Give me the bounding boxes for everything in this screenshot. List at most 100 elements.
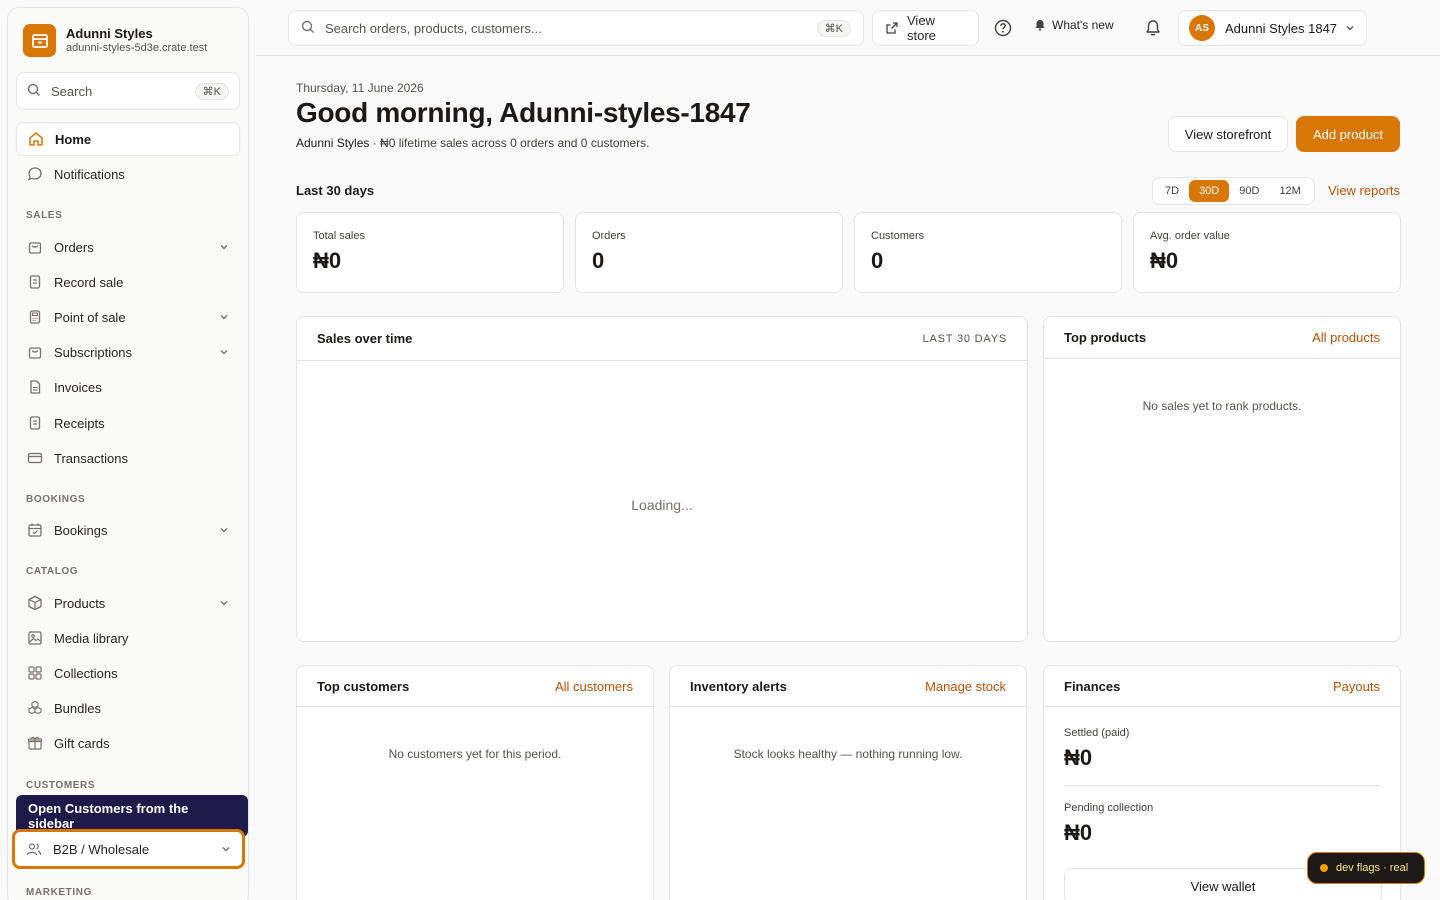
- document-icon: [26, 378, 44, 396]
- sales-over-time-card: Sales over time LAST 30 DAYS Loading...: [296, 316, 1028, 642]
- store-summary: Adunni Styles · ₦0 lifetime sales across…: [296, 136, 650, 150]
- stat-total-sales: Total sales ₦0: [296, 212, 564, 293]
- sidebar-item-label: Home: [55, 131, 92, 147]
- empty-state: No customers yet for this period.: [388, 747, 562, 761]
- card-title: Finances: [1064, 678, 1121, 694]
- view-store-button[interactable]: View store: [872, 10, 979, 46]
- gift-icon: [26, 734, 44, 752]
- card-meta: LAST 30 DAYS: [922, 332, 1007, 345]
- brand-domain: adunni-styles-5d3e.crate.test: [66, 42, 208, 54]
- sidebar-item-label: Orders: [54, 239, 94, 255]
- home-icon: [27, 130, 45, 148]
- sidebar: Adunni Styles adunni-styles-5d3e.crate.t…: [7, 7, 249, 900]
- pending-label: Pending collection: [1064, 802, 1154, 814]
- top-customers-card: Top customers All customers No customers…: [296, 665, 654, 900]
- sidebar-item-label: Gift cards: [54, 735, 110, 751]
- sidebar-item-products[interactable]: Products: [16, 586, 240, 620]
- calculator-icon: [26, 308, 44, 326]
- range-30d[interactable]: 30D: [1189, 180, 1230, 202]
- sidebar-item-label: Bookings: [54, 522, 108, 538]
- status-dot-icon: [1320, 864, 1328, 872]
- empty-state: No sales yet to rank products.: [1142, 399, 1302, 413]
- receipt-icon: [26, 273, 44, 291]
- sidebar-item-media-library[interactable]: Media library: [16, 621, 240, 655]
- whats-new-label: What's new: [1052, 18, 1114, 32]
- help-icon[interactable]: [992, 17, 1014, 39]
- stat-title: Orders: [592, 230, 626, 242]
- sidebar-item-notifications[interactable]: Notifications: [16, 157, 240, 191]
- notifications-bell-icon[interactable]: [1142, 17, 1164, 39]
- range-90d[interactable]: 90D: [1229, 180, 1269, 202]
- sidebar-item-receipts[interactable]: Receipts: [16, 406, 240, 440]
- range-12m[interactable]: 12M: [1269, 180, 1310, 202]
- settled-row: Settled (paid) ₦0: [1044, 727, 1400, 771]
- add-product-button[interactable]: Add product: [1296, 116, 1400, 152]
- sidebar-item-bundles[interactable]: Bundles: [16, 691, 240, 725]
- whats-new-button[interactable]: What's new: [1034, 18, 1114, 32]
- manage-stock-link[interactable]: Manage stock: [925, 679, 1006, 694]
- stat-orders: Orders 0: [575, 212, 843, 293]
- global-search-placeholder: Search orders, products, customers...: [325, 20, 542, 36]
- sidebar-item-gift-cards[interactable]: Gift cards: [16, 726, 240, 760]
- sidebar-item-invoices[interactable]: Invoices: [16, 370, 240, 404]
- chevron-down-icon: [218, 241, 230, 253]
- sidebar-item-label: Products: [54, 595, 106, 611]
- box-icon: [26, 594, 44, 612]
- sidebar-item-label: Invoices: [54, 379, 102, 395]
- global-search-input[interactable]: Search orders, products, customers... ⌘K: [288, 10, 864, 46]
- stat-avg-order-value: Avg. order value ₦0: [1133, 212, 1401, 293]
- stat-value: ₦0: [1150, 248, 1179, 273]
- stat-title: Avg. order value: [1150, 230, 1230, 242]
- sidebar-item-label: Notifications: [54, 166, 125, 182]
- sidebar-item-label: B2B / Wholesale: [53, 841, 150, 857]
- range-7d[interactable]: 7D: [1155, 180, 1189, 202]
- chevron-down-icon: [218, 597, 230, 609]
- sidebar-item-subscriptions[interactable]: Subscriptions: [16, 335, 240, 369]
- brand-name: Adunni Styles: [66, 26, 153, 41]
- bell-filled-icon: [1034, 19, 1046, 31]
- summary-text: · ₦0 lifetime sales across 0 orders and …: [369, 136, 650, 150]
- pending-value: ₦0: [1064, 820, 1093, 845]
- settled-label: Settled (paid): [1064, 727, 1130, 739]
- dev-flags-badge[interactable]: dev flags · real: [1307, 852, 1425, 884]
- shortcut-badge: ⌘K: [816, 19, 851, 37]
- store-name: Adunni Styles: [296, 136, 370, 150]
- account-menu[interactable]: AS Adunni Styles 1847: [1178, 10, 1367, 46]
- brand[interactable]: Adunni Styles adunni-styles-5d3e.crate.t…: [23, 24, 207, 57]
- sidebar-item-point-of-sale[interactable]: Point of sale: [16, 300, 240, 334]
- loading-indicator: Loading...: [631, 497, 693, 513]
- bag-icon: [26, 238, 44, 256]
- all-products-link[interactable]: All products: [1312, 330, 1380, 345]
- sidebar-item-label: Subscriptions: [54, 344, 133, 360]
- chevron-down-icon: [220, 843, 232, 855]
- all-customers-link[interactable]: All customers: [555, 679, 633, 694]
- settled-value: ₦0: [1064, 745, 1093, 770]
- section-title-catalog: CATALOG: [26, 566, 79, 577]
- payouts-link[interactable]: Payouts: [1333, 679, 1380, 694]
- sidebar-item-home[interactable]: Home: [16, 122, 240, 156]
- bag-icon: [26, 343, 44, 361]
- sidebar-item-bookings[interactable]: Bookings: [16, 513, 240, 547]
- period-label: Last 30 days: [296, 183, 375, 198]
- receipt-icon: [26, 414, 44, 432]
- avatar: AS: [1189, 15, 1215, 41]
- stat-value: 0: [871, 248, 884, 273]
- card-title: Top products: [1064, 330, 1147, 345]
- sidebar-item-transactions[interactable]: Transactions: [16, 441, 240, 475]
- sidebar-item-label: Transactions: [54, 450, 128, 466]
- view-storefront-button[interactable]: View storefront: [1168, 116, 1288, 152]
- sidebar-search[interactable]: Search ⌘K: [16, 72, 240, 110]
- sidebar-item-record-sale[interactable]: Record sale: [16, 265, 240, 299]
- sidebar-item-orders[interactable]: Orders: [16, 230, 240, 264]
- sidebar-item-label: Media library: [54, 630, 129, 646]
- sidebar-item-b2b-wholesale[interactable]: B2B / Wholesale: [12, 829, 245, 869]
- view-reports-link[interactable]: View reports: [1328, 183, 1400, 198]
- chat-bubble-icon: [26, 165, 44, 183]
- sidebar-item-collections[interactable]: Collections: [16, 656, 240, 690]
- dev-flags-label: dev flags · real: [1336, 862, 1409, 874]
- section-title-customers: CUSTOMERS: [26, 780, 96, 791]
- empty-state: Stock looks healthy — nothing running lo…: [733, 747, 963, 761]
- current-date: Thursday, 11 June 2026: [296, 81, 424, 95]
- chevron-down-icon: [218, 346, 230, 358]
- range-selector: 7D 30D 90D 12M: [1152, 177, 1315, 205]
